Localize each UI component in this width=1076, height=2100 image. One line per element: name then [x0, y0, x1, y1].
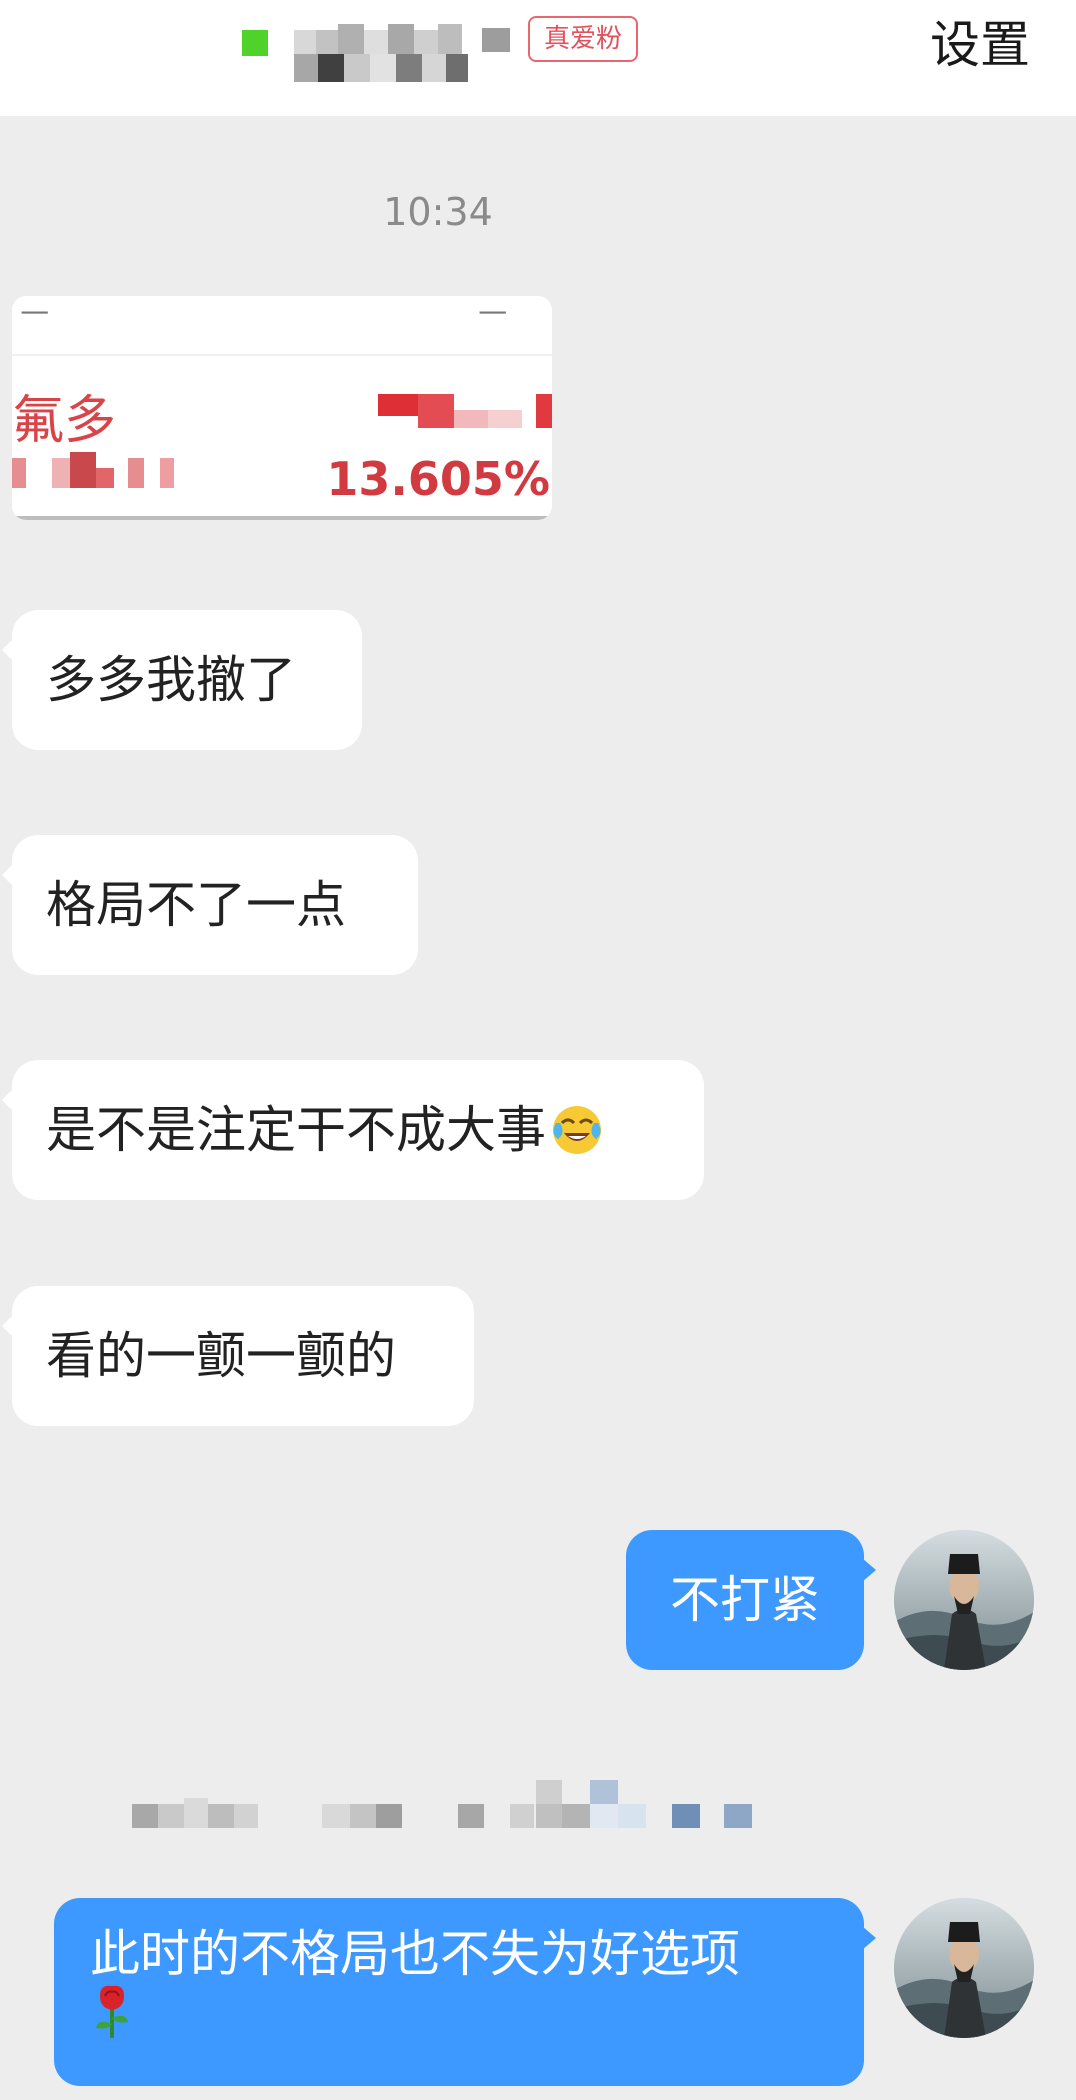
pixelated-system-notice — [132, 1774, 772, 1834]
incoming-message-bubble[interactable]: 是不是注定干不成大事 — [2, 1060, 704, 1200]
message-text: 看的一颤一颤的 — [46, 1327, 396, 1385]
message-text: 多多我撤了 — [46, 651, 296, 709]
message-text: 不打紧 — [670, 1571, 820, 1629]
true-fan-badge: 真爱粉 — [528, 16, 638, 62]
message-text: 格局不了一点 — [46, 876, 346, 934]
avatar[interactable] — [894, 1898, 1034, 2038]
avatar[interactable] — [894, 1530, 1034, 1670]
cropped-text-fragment: ᅳ — [478, 296, 508, 332]
outgoing-message-bubble[interactable]: 不打紧 — [626, 1530, 876, 1670]
incoming-message-bubble[interactable]: 看的一颤一颤的 — [2, 1286, 474, 1426]
divider — [12, 354, 552, 356]
percent-value: 13.605% — [326, 452, 550, 506]
user-avatar-image — [894, 1898, 1034, 2038]
message-text: 是不是注定干不成大事 — [46, 1101, 546, 1159]
incoming-message-bubble[interactable]: 多多我撤了 — [2, 610, 362, 750]
face-with-tears-of-joy-icon — [553, 1105, 601, 1154]
chat-header: 真爱粉 设置 — [0, 0, 1076, 116]
online-status-icon — [242, 30, 268, 56]
image-bottom-border — [12, 516, 552, 520]
contact-name-pixelated[interactable] — [294, 24, 514, 84]
shared-screenshot-image[interactable]: ᅳ ᅳ 氟多 13.605% — [12, 296, 552, 520]
cropped-text-fragment: ᅳ — [20, 296, 50, 332]
user-avatar-image — [894, 1530, 1034, 1670]
settings-button[interactable]: 设置 — [930, 14, 1030, 76]
stock-name: 氟多 — [12, 391, 117, 451]
message-timestamp: 10:34 — [383, 190, 493, 234]
incoming-message-bubble[interactable]: 格局不了一点 — [2, 835, 418, 975]
rose-icon — [96, 1985, 128, 2038]
message-text: 此时的不格局也不失为好选项 — [90, 1925, 740, 1983]
outgoing-message-bubble[interactable]: 此时的不格局也不失为好选项 — [54, 1898, 876, 2086]
